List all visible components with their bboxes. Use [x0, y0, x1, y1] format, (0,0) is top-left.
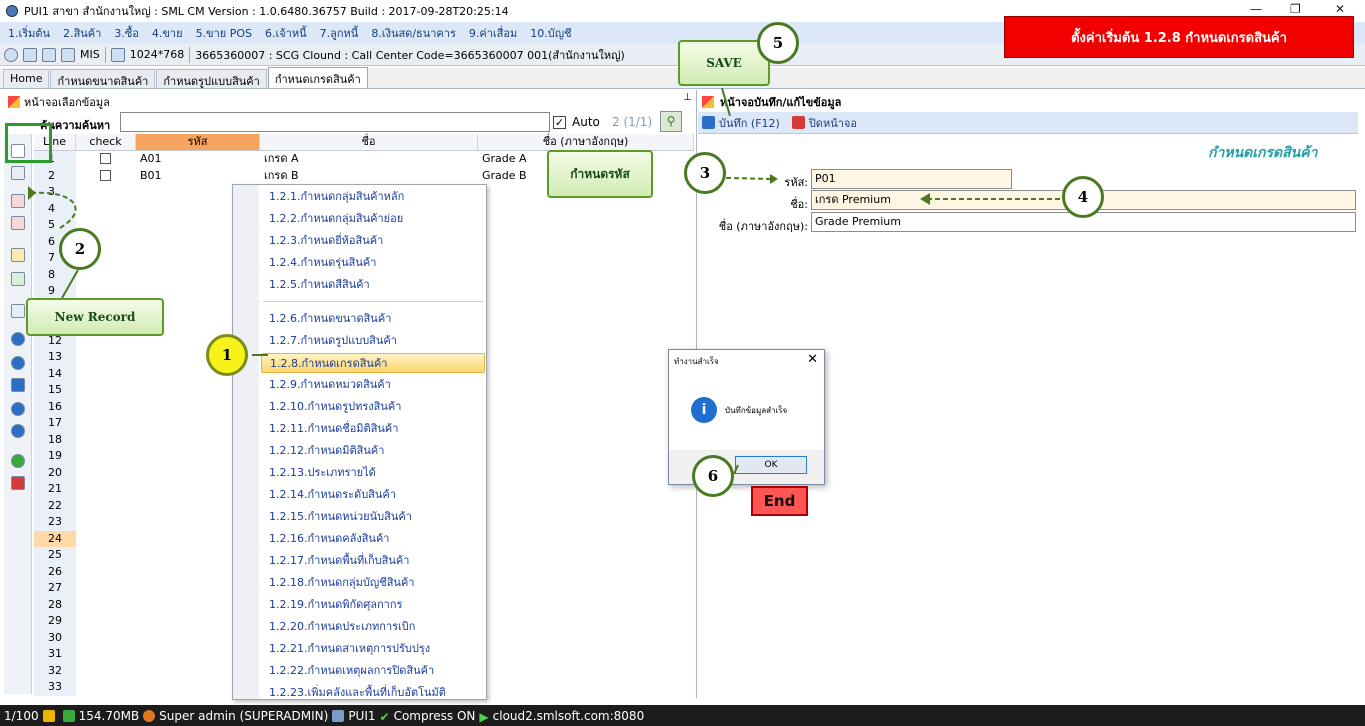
status-bar: 1/100 154.70MB Super admin (SUPERADMIN) … [0, 705, 1365, 726]
new-record-callout: New Record [26, 298, 164, 336]
annotation-arrows [28, 87, 1060, 475]
step-1-marker: 1 [206, 334, 248, 376]
step-3-marker: 3 [684, 152, 726, 194]
save-callout: SAVE [678, 40, 770, 86]
database-name: PUI1 [348, 708, 376, 723]
play-icon: ▶ [479, 709, 489, 724]
step-4-marker: 4 [1062, 176, 1104, 218]
memory-icon [62, 709, 75, 722]
page-indicator: 1/100 [4, 708, 39, 723]
memory-usage: 154.70MB [78, 708, 140, 723]
step-6-marker: 6 [692, 455, 734, 497]
database-icon [332, 709, 345, 722]
key-icon [42, 709, 55, 722]
check-icon: ✔ [379, 709, 390, 724]
step-2-marker: 2 [59, 228, 101, 270]
user-icon [143, 709, 156, 722]
set-code-callout: กำหนดรหัส [547, 150, 653, 198]
server-address: cloud2.smlsoft.com:8080 [492, 708, 645, 723]
step-5-marker: 5 [757, 22, 799, 64]
user-name: Super admin (SUPERADMIN) [159, 708, 329, 723]
compress-status: Compress ON [393, 708, 476, 723]
